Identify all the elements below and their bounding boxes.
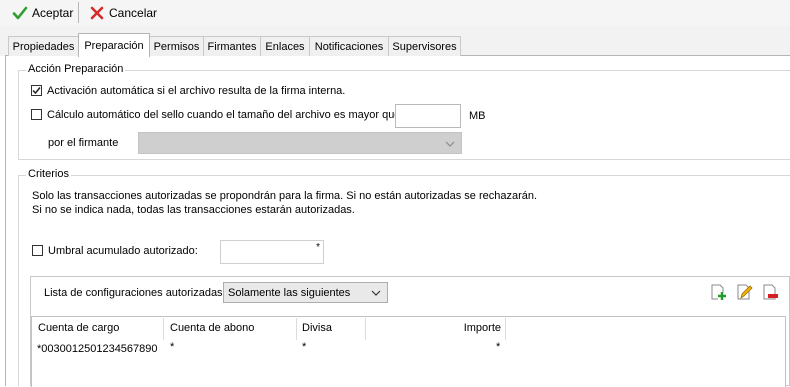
tab-propiedades[interactable]: Propiedades xyxy=(8,36,79,56)
column-header-divisa[interactable]: Divisa xyxy=(302,318,332,338)
seal-size-unit: MB xyxy=(469,110,486,122)
chevron-down-icon xyxy=(445,141,455,147)
column-header-cuenta-cargo[interactable]: Cuenta de cargo xyxy=(38,318,119,338)
tab-permisos[interactable]: Permisos xyxy=(149,36,204,56)
column-separator xyxy=(296,318,297,340)
auto-seal-checkbox[interactable] xyxy=(31,109,42,120)
tab-supervisores[interactable]: Supervisores xyxy=(388,36,461,56)
preparation-group-title: Acción Preparación xyxy=(26,63,126,75)
tab-label: Enlaces xyxy=(265,40,305,53)
tab-enlaces[interactable]: Enlaces xyxy=(260,36,310,56)
auto-seal-label: Cálculo automático del sello cuando el t… xyxy=(47,109,401,121)
config-list-select[interactable]: Solamente las siguientes xyxy=(223,282,388,303)
tab-label: Propiedades xyxy=(12,40,75,53)
tab-label: Firmantes xyxy=(207,40,257,53)
cell-importe: * xyxy=(496,341,501,353)
toolbar-separator xyxy=(78,2,79,23)
threshold-label: Umbral acumulado autorizado: xyxy=(48,245,198,257)
column-header-importe[interactable]: Importe xyxy=(366,318,501,338)
red-x-icon xyxy=(90,6,104,19)
config-list-selected: Solamente las siguientes xyxy=(228,286,351,299)
threshold-checkbox[interactable] xyxy=(32,245,43,256)
signer-select[interactable] xyxy=(138,132,462,154)
green-check-icon xyxy=(12,6,28,19)
tab-preparacion[interactable]: Preparación xyxy=(78,33,150,57)
toolbar: Aceptar Cancelar xyxy=(0,0,790,27)
column-header-cuenta-abono[interactable]: Cuenta de abono xyxy=(170,318,254,338)
accept-button[interactable]: Aceptar xyxy=(9,3,76,22)
table-row[interactable]: *0030012501234567890 * * * xyxy=(32,340,784,358)
signer-label: por el firmante xyxy=(48,137,119,149)
criteria-info-line-2: Si no se indica nada, todas las transacc… xyxy=(32,204,355,216)
cell-cuenta-cargo: *0030012501234567890 xyxy=(37,343,158,355)
chevron-down-icon xyxy=(371,290,381,296)
auto-activation-label: Activación automática si el archivo resu… xyxy=(47,85,346,97)
delete-row-icon[interactable] xyxy=(762,284,779,301)
tab-label: Supervisores xyxy=(392,40,457,53)
threshold-marker: * xyxy=(316,242,320,253)
check-mark-icon xyxy=(32,87,41,95)
config-list-label: Lista de configuraciones autorizadas: xyxy=(44,287,226,299)
seal-size-input[interactable] xyxy=(395,104,461,128)
criteria-info-line-1: Solo las transacciones autorizadas se pr… xyxy=(32,190,538,202)
tab-label: Permisos xyxy=(153,40,200,53)
criteria-group-title: Criterios xyxy=(26,168,71,180)
cancel-button[interactable]: Cancelar xyxy=(86,3,160,22)
tab-label: Notificaciones xyxy=(314,40,384,53)
cancel-label: Cancelar xyxy=(109,5,158,20)
tab-firmantes[interactable]: Firmantes xyxy=(203,36,261,56)
cell-divisa: * xyxy=(302,341,307,353)
tab-notificaciones[interactable]: Notificaciones xyxy=(309,36,389,56)
tab-label: Preparación xyxy=(84,39,144,52)
cell-cuenta-abono: * xyxy=(170,341,175,353)
column-separator xyxy=(163,318,164,340)
edit-row-icon[interactable] xyxy=(736,284,753,301)
add-row-icon[interactable] xyxy=(710,284,727,301)
column-separator xyxy=(505,318,506,340)
accept-label: Aceptar xyxy=(32,5,74,20)
auto-activation-checkbox[interactable] xyxy=(31,85,42,96)
threshold-input[interactable]: * xyxy=(220,240,324,264)
